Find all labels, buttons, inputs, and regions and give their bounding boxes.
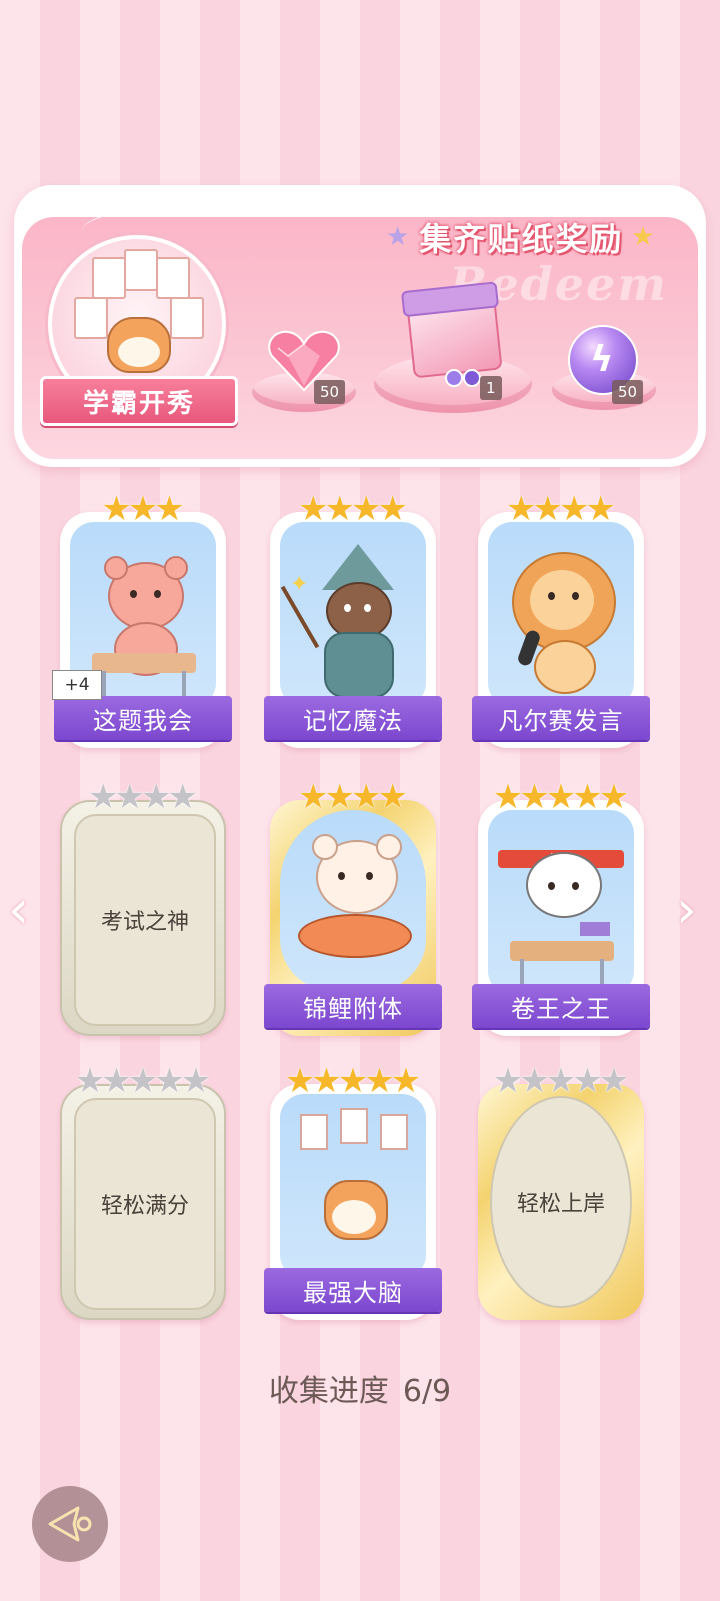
card-name-label: 凡尔赛发言 [472, 696, 650, 740]
star-icon: ★ [585, 489, 616, 529]
sticker-card[interactable]: 轻松满分 ★ ★ ★ ★ ★ [60, 1064, 226, 1320]
next-page-arrow[interactable]: › [676, 880, 706, 940]
star-rating: ★ ★ ★ ★ [478, 486, 644, 526]
star-rating: ★ ★ ★ ★ ★ [478, 1058, 644, 1098]
gift-box-icon[interactable] [400, 281, 503, 379]
star-icon: ★ [377, 489, 408, 529]
card-name-label: 记忆魔法 [264, 696, 442, 740]
progress-value: 6/9 [402, 1374, 452, 1409]
star-icon: ★ [180, 1061, 212, 1101]
back-button[interactable] [32, 1486, 108, 1562]
progress-label: 收集进度 [268, 1374, 389, 1409]
sticker-card[interactable]: ✦ 记忆魔法 ★ ★ ★ ★ [264, 492, 442, 748]
reward-title-text: 集齐贴纸奖励 [419, 220, 624, 258]
star-rating: ★ ★ ★ [60, 486, 226, 526]
sticker-illustration: ✦ [280, 522, 426, 707]
sticker-card[interactable]: 凡尔赛发言 ★ ★ ★ ★ [472, 492, 650, 748]
sticker-card[interactable]: 最强大脑 ★ ★ ★ ★ ★ [264, 1064, 442, 1320]
star-icon: ★ [154, 489, 185, 529]
sticker-illustration: 加油 [488, 810, 634, 995]
sticker-card[interactable]: 轻松上岸 ★ ★ ★ ★ ★ [478, 1064, 644, 1320]
star-rating: ★ ★ ★ ★ [270, 486, 436, 526]
heart-count-badge: 50 [314, 380, 346, 404]
card-frame: 轻松上岸 [478, 1084, 644, 1320]
star-rating: ★ ★ ★ ★ ★ [478, 774, 644, 814]
sticker-card[interactable]: 加油 卷王之王★★★★★ [472, 780, 650, 1036]
star-rating: ★ ★ ★ ★ [60, 774, 226, 814]
paper-icon [74, 297, 108, 339]
sticker-card[interactable]: 这题我会 +4 ★ ★ ★ [52, 492, 232, 748]
star-icon: ★ [377, 777, 408, 817]
card-frame: 轻松满分 [60, 1084, 226, 1320]
paper-icon [124, 249, 158, 291]
cat-icon [107, 317, 171, 373]
collection-progress: 收集进度 6/9 [0, 1366, 720, 1410]
star-rating: ★ ★ ★ ★ [270, 774, 436, 814]
star-icon: ★ [598, 1061, 630, 1101]
gift-count-badge: 1 [480, 376, 502, 400]
card-name-label: 最强大脑 [264, 1268, 442, 1312]
card-name-label: 卷王之王 [472, 984, 650, 1028]
medal-ribbon: 学霸开秀 [40, 376, 238, 426]
sticker-card[interactable]: 锦鲤附体 ★ ★ ★ ★ [264, 780, 442, 1036]
paper-icon [156, 257, 190, 299]
paper-icon [92, 257, 126, 299]
sticker-illustration [280, 810, 426, 995]
duplicate-count-tag: +4 [52, 670, 102, 700]
sticker-illustration [488, 522, 634, 707]
star-icon: ★ [390, 1061, 422, 1101]
star-rating: ★ ★ ★ ★ ★ [60, 1058, 226, 1098]
sticker-card[interactable]: 考试之神 ★ ★ ★ ★ [60, 780, 226, 1036]
star-decor-icon: ★ [631, 222, 657, 252]
card-frame: 考试之神 [60, 800, 226, 1036]
card-name-label: 这题我会 [54, 696, 232, 740]
star-icon: ★ [598, 777, 630, 817]
paper-icon [170, 297, 204, 339]
star-icon: ★ [167, 777, 198, 817]
locked-card-name: 轻松满分 [74, 1098, 216, 1310]
star-decor-icon: ★ [386, 222, 412, 252]
orb-count-badge: 50 [612, 380, 644, 404]
card-name-label: 锦鲤附体 [264, 984, 442, 1028]
sticker-illustration [280, 1094, 426, 1279]
back-arrow-icon [48, 1506, 92, 1542]
prev-page-arrow[interactable]: ‹ [8, 880, 38, 940]
star-rating: ★ ★ ★ ★ ★ [270, 1058, 436, 1098]
locked-card-name: 考试之神 [74, 814, 216, 1026]
gem-pair-icon [445, 369, 481, 387]
reward-title: ★ 集齐贴纸奖励 ★ [370, 212, 673, 262]
locked-card-name: 轻松上岸 [490, 1096, 632, 1308]
